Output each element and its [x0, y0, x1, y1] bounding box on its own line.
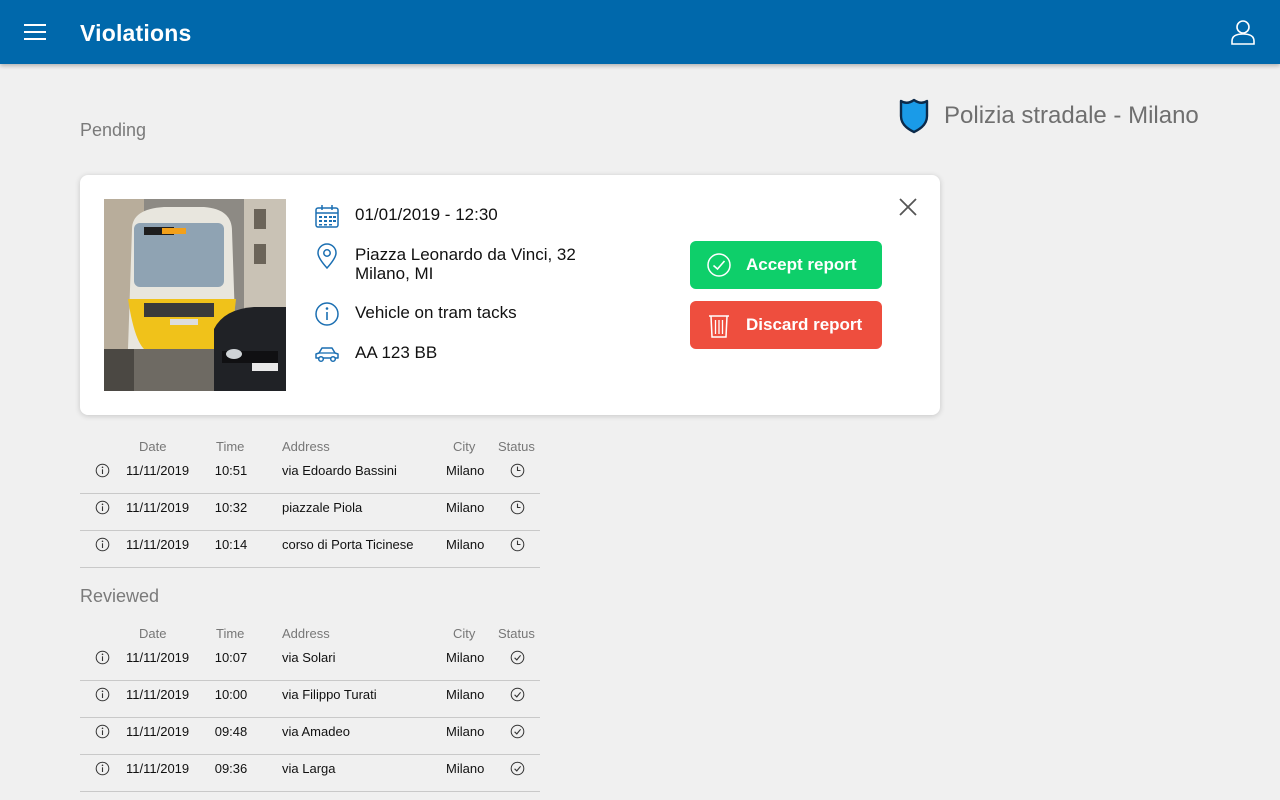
report-description: Vehicle on tram tacks	[355, 303, 517, 322]
row-date: 11/11/2019	[126, 537, 190, 552]
pending-report-card: 01/01/2019 - 12:30 Piazza Leonardo da Vi…	[80, 175, 940, 415]
row-time: 10:14	[214, 537, 248, 552]
table-row[interactable]: 11/11/2019 10:14 corso di Porta Ticinese Mi…	[80, 531, 540, 568]
info-icon[interactable]	[95, 761, 110, 776]
row-city: Milano	[446, 687, 485, 702]
row-city: Milano	[446, 500, 485, 515]
page-title: Violations	[80, 20, 192, 46]
app-bar: Violations	[0, 0, 1280, 64]
report-description-row: Vehicle on tram tacks	[314, 301, 517, 327]
row-date: 11/11/2019	[126, 650, 190, 665]
clock-icon	[510, 537, 525, 552]
row-date: 11/11/2019	[126, 687, 190, 702]
row-address: via Larga	[282, 761, 336, 776]
info-icon[interactable]	[95, 463, 110, 478]
reviewed-section-title: Reviewed	[80, 586, 160, 606]
info-icon	[315, 302, 339, 326]
close-icon[interactable]	[898, 197, 918, 217]
calendar-icon	[315, 205, 339, 228]
table-row[interactable]: 11/11/2019 09:36 via Larga Milano	[80, 755, 540, 792]
clock-icon	[510, 500, 525, 515]
hamburger-menu-icon[interactable]	[24, 22, 48, 42]
violation-photo[interactable]	[104, 199, 286, 391]
row-date: 11/11/2019	[126, 761, 190, 776]
report-address-row: Piazza Leonardo da Vinci, 32 Milano, MI	[314, 243, 576, 283]
column-header-date: Date	[139, 439, 167, 454]
table-header: Date Time Address City Status	[80, 438, 540, 457]
discard-report-label: Discard report	[746, 315, 863, 334]
location-pin-icon	[317, 243, 337, 269]
info-icon[interactable]	[95, 687, 110, 702]
pending-table: Date Time Address City Status 11/11/2019…	[80, 438, 540, 568]
row-time: 10:32	[214, 500, 248, 515]
reviewed-table: Date Time Address City Status 11/11/2019…	[80, 625, 540, 792]
column-header-status: Status	[498, 439, 535, 454]
accept-report-label: Accept report	[746, 255, 857, 274]
column-header-address: Address	[282, 439, 330, 454]
check-circle-icon	[510, 650, 525, 665]
row-date: 11/11/2019	[126, 463, 190, 478]
column-header-address: Address	[282, 626, 330, 641]
row-city: Milano	[446, 724, 485, 739]
agency-name: Polizia stradale - Milano	[944, 102, 1199, 129]
table-row[interactable]: 11/11/2019 09:48 via Amadeo Milano	[80, 718, 540, 755]
row-time: 10:07	[214, 650, 248, 665]
accept-report-button[interactable]: Accept report	[690, 241, 882, 289]
table-row[interactable]: 11/11/2019 10:32 piazzale Piola Milano	[80, 494, 540, 531]
info-icon[interactable]	[95, 650, 110, 665]
row-address: via Amadeo	[282, 724, 350, 739]
column-header-city: City	[453, 439, 476, 454]
trash-icon	[709, 315, 729, 338]
row-address: corso di Porta Ticinese	[282, 537, 414, 552]
row-address: via Edoardo Bassini	[282, 463, 397, 478]
check-circle-icon	[510, 724, 525, 739]
row-date: 11/11/2019	[126, 724, 190, 739]
user-icon[interactable]	[1230, 19, 1256, 45]
column-header-status: Status	[498, 626, 535, 641]
row-time: 10:51	[214, 463, 248, 478]
row-time: 09:36	[214, 761, 248, 776]
pending-section-title: Pending	[80, 120, 147, 140]
row-city: Milano	[446, 537, 485, 552]
column-header-city: City	[453, 626, 476, 641]
row-date: 11/11/2019	[126, 500, 190, 515]
table-row[interactable]: 11/11/2019 10:07 via Solari Milano	[80, 644, 540, 681]
car-icon	[315, 347, 339, 363]
row-time: 09:48	[214, 724, 248, 739]
row-city: Milano	[446, 650, 485, 665]
column-header-time: Time	[216, 439, 245, 454]
check-circle-icon	[510, 761, 525, 776]
column-header-date: Date	[139, 626, 167, 641]
clock-icon	[510, 463, 525, 478]
report-address-line2: Milano, MI	[355, 264, 434, 283]
report-datetime: 01/01/2019 - 12:30	[355, 205, 498, 224]
report-plate: AA 123 BB	[355, 343, 438, 362]
check-circle-icon	[510, 687, 525, 702]
table-row[interactable]: 11/11/2019 10:00 via Filippo Turati Milano	[80, 681, 540, 718]
info-icon[interactable]	[95, 537, 110, 552]
row-time: 10:00	[214, 687, 248, 702]
discard-report-button[interactable]: Discard report	[690, 301, 882, 349]
row-address: via Solari	[282, 650, 336, 665]
row-address: via Filippo Turati	[282, 687, 377, 702]
row-city: Milano	[446, 463, 485, 478]
table-header: Date Time Address City Status	[80, 625, 540, 644]
column-header-time: Time	[216, 626, 245, 641]
report-plate-row: AA 123 BB	[314, 341, 437, 367]
table-row[interactable]: 11/11/2019 10:51 via Edoardo Bassini Milano	[80, 457, 540, 494]
info-icon[interactable]	[95, 724, 110, 739]
shield-icon	[899, 98, 929, 134]
row-address: piazzale Piola	[282, 500, 363, 515]
report-address-line1: Piazza Leonardo da Vinci, 32	[355, 245, 576, 264]
report-datetime-row: 01/01/2019 - 12:30	[314, 203, 498, 229]
info-icon[interactable]	[95, 500, 110, 515]
check-circle-icon	[707, 253, 731, 277]
row-city: Milano	[446, 761, 485, 776]
agency-label: Polizia stradale - Milano	[898, 98, 1199, 134]
